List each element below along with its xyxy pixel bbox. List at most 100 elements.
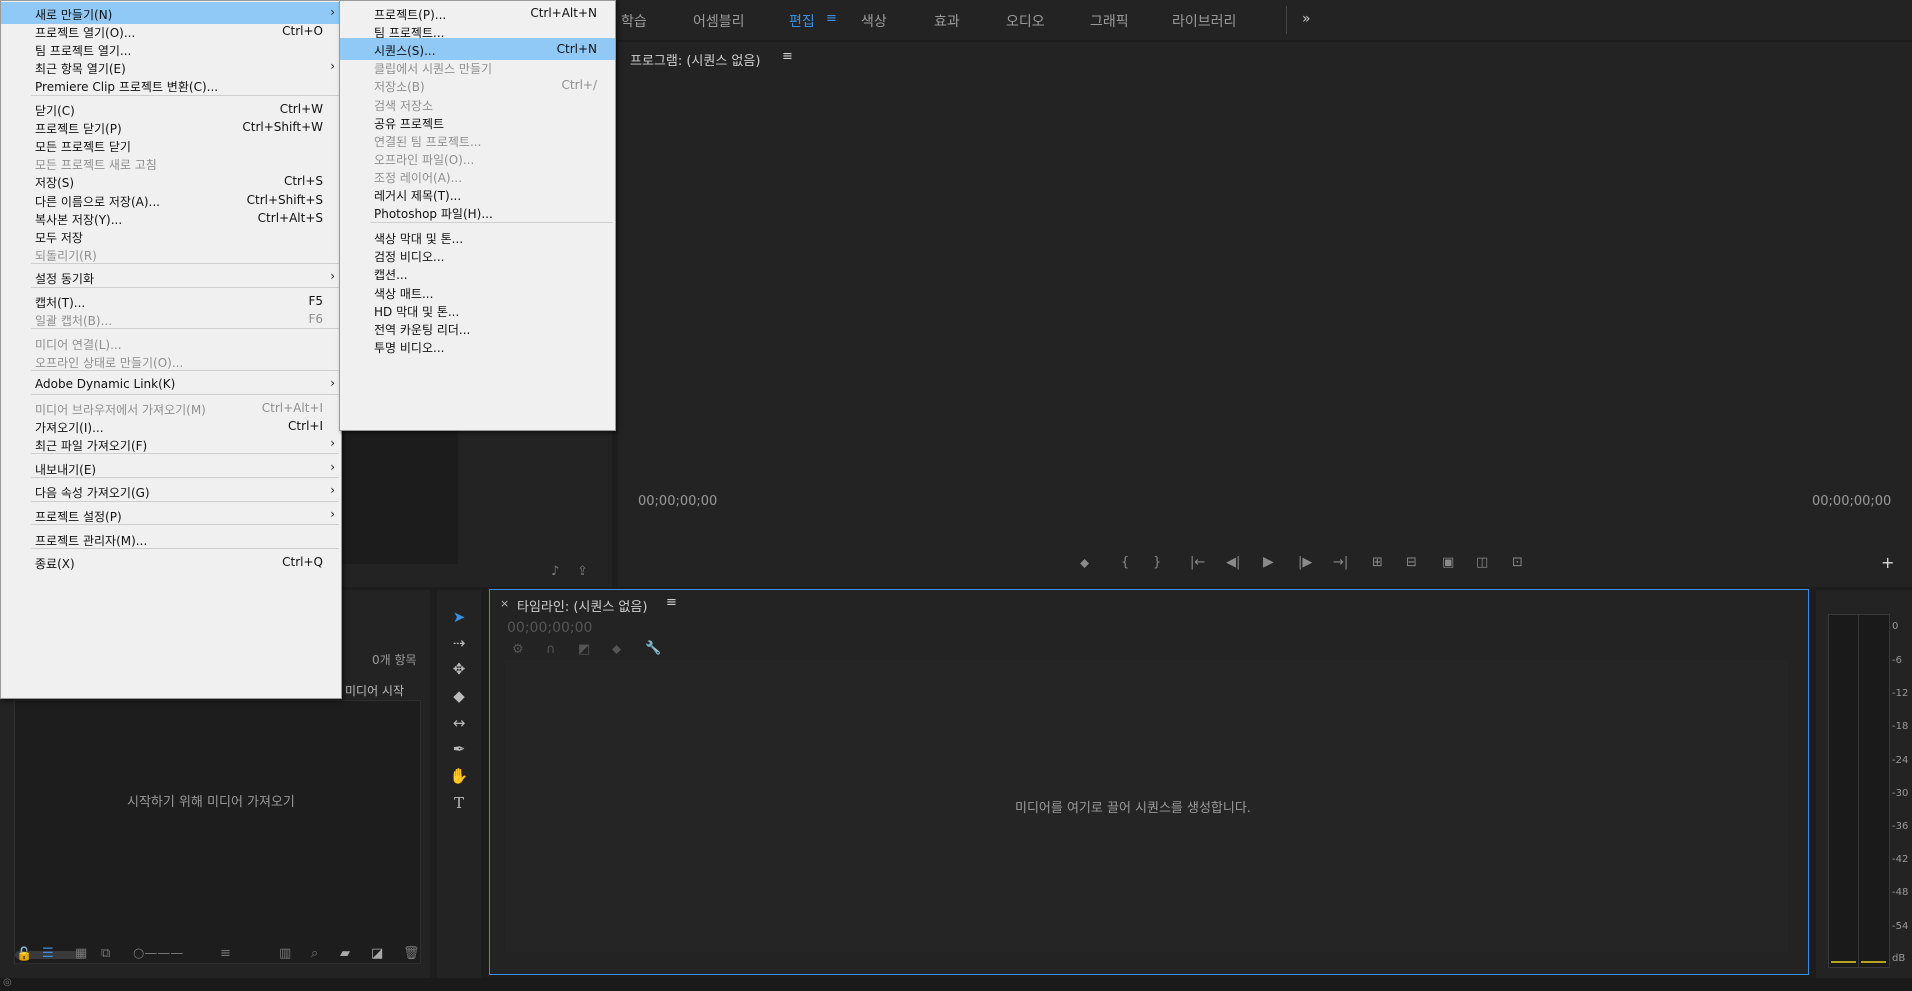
menu-item-shortcut: Ctrl+O bbox=[282, 24, 323, 39]
menu-item-label: Photoshop 파일(H)... bbox=[374, 207, 493, 222]
track-select-tool-icon[interactable]: ⇢ bbox=[447, 634, 471, 656]
icon-view-icon[interactable]: ▦ bbox=[75, 946, 87, 961]
add-button-icon[interactable]: + bbox=[1881, 553, 1894, 572]
razor-tool-icon[interactable]: ◆ bbox=[447, 687, 471, 709]
meter-label: -54 bbox=[1892, 921, 1909, 932]
new-item-icon[interactable]: ◪ bbox=[371, 946, 383, 961]
menu-item-label: 프로젝트 설정(P) bbox=[35, 510, 122, 524]
meter-label: dB bbox=[1892, 953, 1906, 964]
menu-item-label: 일괄 캡처(B)... bbox=[35, 314, 113, 329]
panel-menu-icon[interactable]: ≡ bbox=[666, 595, 677, 610]
menu-item-label: Adobe Dynamic Link(K) bbox=[35, 377, 176, 392]
menu-separator bbox=[31, 369, 339, 371]
mark-out-icon[interactable]: } bbox=[1153, 555, 1161, 570]
chevron-right-icon: › bbox=[330, 459, 335, 474]
workspace-learning[interactable]: 학습 bbox=[621, 11, 647, 31]
linked-selection-icon[interactable]: ◩ bbox=[578, 642, 590, 657]
hamburger-icon[interactable]: ≡ bbox=[826, 11, 837, 26]
pen-tool-icon[interactable]: ✒ bbox=[447, 740, 471, 762]
go-to-in-icon[interactable]: |← bbox=[1190, 555, 1205, 570]
menu-item-프로젝트-설정[interactable]: 프로젝트 설정(P) › bbox=[1, 504, 341, 526]
slip-tool-icon[interactable]: ↔ bbox=[447, 714, 471, 736]
workspace-libraries[interactable]: 라이브러리 bbox=[1172, 11, 1236, 31]
find-icon[interactable]: ⌕ bbox=[311, 946, 318, 961]
insert-icon[interactable]: ♪ bbox=[551, 564, 559, 579]
program-timecode-left[interactable]: 00;00;00;00 bbox=[638, 494, 717, 509]
workspace-graphics[interactable]: 그래픽 bbox=[1090, 11, 1129, 31]
status-bar: ◎ bbox=[0, 977, 1912, 991]
camera-icon[interactable]: ▣ bbox=[1442, 555, 1454, 570]
column-media-start[interactable]: 미디어 시작 bbox=[345, 682, 404, 699]
drop-hint: 미디어를 여기로 끌어 시퀀스를 생성합니다. bbox=[1015, 801, 1251, 816]
zoom-slider[interactable]: ○——— bbox=[133, 946, 183, 961]
menu-item-내보내기[interactable]: 내보내기(E) › bbox=[1, 457, 341, 479]
safe-margins-icon[interactable]: ⊡ bbox=[1512, 555, 1523, 570]
ripple-edit-tool-icon[interactable]: ✥ bbox=[447, 660, 471, 682]
type-tool-icon[interactable]: T bbox=[447, 794, 471, 816]
import-hint[interactable]: 시작하기 위해 미디어 가져오기 bbox=[127, 791, 295, 810]
menu-item-label: 프로젝트 관리자(M)... bbox=[35, 533, 148, 548]
menu-item-photoshop-파일[interactable]: Photoshop 파일(H)... bbox=[340, 201, 615, 223]
workspace-assembly[interactable]: 어셈블리 bbox=[693, 11, 745, 31]
nest-icon[interactable]: ⚙ bbox=[512, 642, 524, 657]
extract-icon[interactable]: ⊟ bbox=[1406, 555, 1417, 570]
list-view-icon[interactable]: ☰ bbox=[42, 946, 54, 961]
hand-tool-icon[interactable]: ✋ bbox=[447, 767, 471, 789]
menu-item-shortcut: Ctrl+Shift+W bbox=[242, 120, 323, 135]
chevron-right-icon: › bbox=[330, 376, 335, 391]
timeline-drop-area[interactable]: 미디어를 여기로 끌어 시퀀스를 생성합니다. bbox=[505, 660, 1788, 952]
snap-icon[interactable]: ∩ bbox=[546, 642, 556, 657]
selection-tool-icon[interactable]: ➤ bbox=[447, 608, 471, 630]
menu-item-adobe-dynamic-link[interactable]: Adobe Dynamic Link(K) › bbox=[1, 373, 341, 395]
menu-item-종료[interactable]: 종료(X) Ctrl+Q bbox=[1, 551, 341, 573]
menu-item-투명-비디오[interactable]: 투명 비디오... bbox=[340, 335, 615, 357]
lock-icon[interactable]: 🔓 bbox=[16, 947, 32, 962]
double-chevron-right-icon[interactable]: » bbox=[1302, 11, 1311, 27]
trash-icon[interactable]: 🗑 bbox=[403, 946, 420, 961]
workspace-color[interactable]: 색상 bbox=[861, 11, 887, 31]
tools-panel: ➤ ⇢ ✥ ◆ ↔ ✒ ✋ T bbox=[437, 590, 481, 978]
go-to-out-icon[interactable]: →| bbox=[1333, 555, 1348, 570]
project-bin-area[interactable]: 시작하기 위해 미디어 가져오기 bbox=[14, 700, 421, 964]
meter-label: 0 bbox=[1892, 621, 1899, 632]
new-bin-icon[interactable]: ▰ bbox=[340, 946, 350, 961]
menu-item-shortcut: Ctrl+Alt+N bbox=[530, 6, 597, 20]
divider bbox=[1286, 6, 1287, 34]
meter-label: -42 bbox=[1892, 854, 1909, 865]
menu-item-shortcut: Ctrl+Q bbox=[282, 555, 323, 570]
menu-item-최근-파일-가져오기[interactable]: 최근 파일 가져오기(F) › bbox=[1, 433, 341, 455]
wrench-icon[interactable]: 🔧 bbox=[645, 641, 661, 656]
marker-icon[interactable]: ⬥ bbox=[1080, 556, 1089, 571]
menu-item-일괄-캡처: 일괄 캡처(B)... F6 bbox=[1, 308, 341, 330]
export-frame-icon[interactable]: ⇪ bbox=[577, 564, 588, 579]
menu-item-프로젝트-관리자[interactable]: 프로젝트 관리자(M)... bbox=[1, 528, 341, 550]
lift-icon[interactable]: ⊞ bbox=[1372, 555, 1383, 570]
sort-icon[interactable]: ≡ bbox=[220, 946, 231, 961]
menu-item-shortcut: Ctrl+I bbox=[288, 419, 323, 434]
step-forward-icon[interactable]: |▶ bbox=[1298, 555, 1312, 570]
menu-item-설정-동기화[interactable]: 설정 동기화 › bbox=[1, 266, 341, 288]
play-icon[interactable]: ▶ bbox=[1263, 554, 1274, 570]
step-back-icon[interactable]: ◀| bbox=[1226, 555, 1240, 570]
menu-item-label: Premiere Clip 프로젝트 변환(C)... bbox=[35, 80, 219, 95]
menu-separator bbox=[31, 476, 339, 478]
menu-item-다음-속성-가져오기[interactable]: 다음 속성 가져오기(G) › bbox=[1, 480, 341, 502]
automate-icon[interactable]: ▥ bbox=[279, 946, 291, 961]
meter-label: -18 bbox=[1892, 721, 1909, 732]
meter-label: -48 bbox=[1892, 887, 1909, 898]
menu-item-label: 되돌리기(R) bbox=[35, 248, 97, 263]
workspace-editing[interactable]: 편집 bbox=[789, 11, 815, 31]
menu-item-shortcut: Ctrl+Shift+S bbox=[246, 192, 323, 207]
workspace-audio[interactable]: 오디오 bbox=[1006, 11, 1045, 31]
freeform-view-icon[interactable]: ⧉ bbox=[101, 946, 110, 961]
add-marker-icon[interactable]: ⬥ bbox=[612, 642, 621, 657]
timeline-timecode[interactable]: 00;00;00;00 bbox=[507, 620, 592, 636]
menu-item-shortcut: Ctrl+/ bbox=[561, 78, 597, 93]
new-submenu: 프로젝트(P)... Ctrl+Alt+N 팀 프로젝트... 시퀀스(S)... Ct… bbox=[339, 0, 616, 431]
compare-icon[interactable]: ◫ bbox=[1476, 555, 1488, 570]
workspace-effects[interactable]: 효과 bbox=[934, 11, 960, 31]
mark-in-icon[interactable]: { bbox=[1121, 555, 1129, 570]
menu-item-premiere-clip-프로젝트-변환[interactable]: Premiere Clip 프로젝트 변환(C)... bbox=[1, 74, 341, 96]
close-icon[interactable]: × bbox=[500, 597, 509, 610]
panel-menu-icon[interactable]: ≡ bbox=[782, 49, 793, 64]
